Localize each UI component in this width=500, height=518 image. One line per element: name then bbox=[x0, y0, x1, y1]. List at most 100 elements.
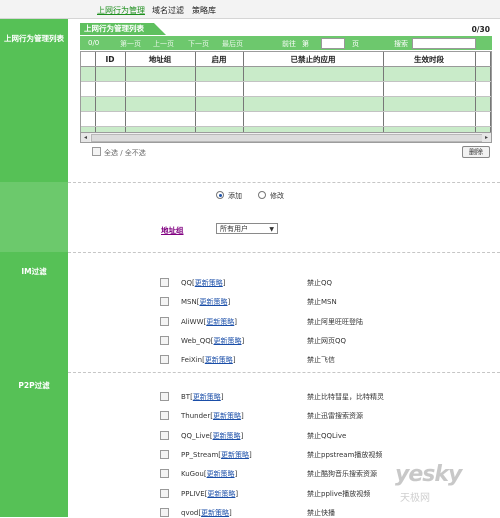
item-description: 禁止快播 bbox=[307, 508, 335, 517]
add-label: 添加 bbox=[228, 192, 242, 200]
item-name-text: FeiXin bbox=[181, 356, 203, 365]
list-item: MSN[更新策略] 禁止MSN bbox=[0, 296, 500, 307]
goto-suffix: 页 bbox=[352, 40, 359, 48]
item-name: QQ[更新策略] bbox=[181, 279, 226, 287]
page-number-input[interactable] bbox=[321, 38, 345, 49]
item-name: Thunder[更新策略] bbox=[181, 412, 244, 421]
table-row bbox=[81, 111, 491, 127]
tab-behavior-management[interactable]: 上网行为管理 bbox=[97, 5, 145, 16]
record-count: 0/30 bbox=[471, 25, 490, 34]
update-policy-link[interactable]: 更新策略 bbox=[213, 412, 241, 420]
update-policy-link[interactable]: 更新策略 bbox=[199, 298, 227, 306]
address-group-select[interactable]: 所有用户 ▼ bbox=[216, 223, 278, 234]
col-time-period: 生效时段 bbox=[383, 52, 476, 67]
chevron-down-icon: ▼ bbox=[269, 226, 274, 233]
delete-button[interactable]: 删除 bbox=[462, 146, 490, 158]
pager-position: 0/0 bbox=[88, 39, 100, 47]
select-all-checkbox[interactable] bbox=[92, 147, 101, 156]
item-name: qvod[更新策略] bbox=[181, 508, 232, 517]
last-page-link[interactable]: 最后页 bbox=[222, 39, 243, 49]
edit-radio[interactable] bbox=[258, 191, 266, 199]
prev-page-link[interactable]: 上一页 bbox=[153, 39, 174, 49]
item-checkbox[interactable] bbox=[160, 507, 169, 517]
top-navigation: 上网行为管理 域名过滤 策略库 bbox=[0, 0, 500, 19]
item-description: 禁止比特彗星，比特精灵 bbox=[307, 393, 384, 401]
col-select bbox=[81, 52, 96, 67]
update-policy-link[interactable]: 更新策略 bbox=[214, 337, 242, 345]
item-description: 禁止pplive播放视频 bbox=[307, 489, 371, 498]
item-checkbox[interactable] bbox=[160, 297, 169, 307]
update-policy-link[interactable]: 更新策略 bbox=[206, 318, 234, 326]
scroll-left-icon[interactable]: ◂ bbox=[81, 133, 90, 142]
item-name-text: Web_QQ bbox=[181, 336, 211, 345]
item-name: QQ_Live[更新策略] bbox=[181, 431, 244, 440]
divider bbox=[68, 372, 500, 373]
sidebar-p2p-label: P2P过滤 bbox=[18, 381, 50, 390]
update-policy-link[interactable]: 更新策略 bbox=[213, 432, 241, 440]
item-checkbox[interactable] bbox=[160, 488, 169, 498]
update-policy-link[interactable]: 更新策略 bbox=[193, 393, 221, 401]
tab-policy-library[interactable]: 策略库 bbox=[192, 5, 216, 16]
item-checkbox[interactable] bbox=[160, 316, 169, 326]
item-name-text: QQ bbox=[181, 279, 193, 287]
item-name-text: MSN bbox=[181, 298, 197, 307]
goto-prefix: 前往 bbox=[282, 40, 296, 48]
item-checkbox[interactable] bbox=[160, 335, 169, 345]
search-label: 搜索 bbox=[394, 40, 408, 48]
item-checkbox[interactable] bbox=[160, 355, 169, 365]
divider bbox=[68, 252, 500, 253]
list-item: FeiXin[更新策略] 禁止飞信 bbox=[0, 354, 500, 365]
item-description: 禁止MSN bbox=[307, 298, 337, 307]
update-policy-link[interactable]: 更新策略 bbox=[205, 356, 233, 364]
item-name: KuGou[更新策略] bbox=[181, 470, 238, 479]
col-enabled: 启用 bbox=[195, 52, 244, 67]
item-name: FeiXin[更新策略] bbox=[181, 356, 236, 365]
horizontal-scrollbar[interactable]: ◂ ▸ bbox=[80, 132, 492, 143]
scroll-thumb[interactable] bbox=[91, 134, 483, 142]
list-item: PP_Stream[更新策略] 禁止ppstream播放视频 bbox=[0, 449, 500, 459]
col-id: ID bbox=[95, 52, 126, 67]
search-input[interactable] bbox=[412, 38, 476, 49]
update-policy-link[interactable]: 更新策略 bbox=[221, 451, 249, 459]
item-checkbox[interactable] bbox=[160, 430, 169, 440]
update-policy-link[interactable]: 更新策略 bbox=[195, 279, 223, 287]
update-policy-link[interactable]: 更新策略 bbox=[201, 509, 229, 517]
item-name: AliWW[更新策略] bbox=[181, 317, 237, 326]
first-page-link[interactable]: 第一页 bbox=[120, 39, 141, 49]
add-radio[interactable] bbox=[216, 191, 224, 199]
sidebar-section-mode bbox=[0, 182, 68, 252]
table-row bbox=[81, 66, 491, 82]
list-item: qvod[更新策略] 禁止快播 bbox=[0, 507, 500, 517]
edit-mode-option[interactable]: 修改 bbox=[258, 191, 284, 201]
item-checkbox[interactable] bbox=[160, 411, 169, 421]
item-name: BT[更新策略] bbox=[181, 393, 224, 401]
item-name-text: BT bbox=[181, 393, 191, 401]
sidebar-im-label: IM过滤 bbox=[21, 267, 47, 276]
item-name-text: PP_Stream bbox=[181, 450, 219, 459]
item-name-text: qvod bbox=[181, 508, 199, 517]
list-item: Thunder[更新策略] 禁止迅雷搜索资源 bbox=[0, 410, 500, 421]
edit-label: 修改 bbox=[270, 192, 284, 200]
update-policy-link[interactable]: 更新策略 bbox=[207, 470, 235, 478]
panel-header: 上网行为管理列表 0/30 bbox=[80, 23, 490, 35]
item-description: 禁止网页QQ bbox=[307, 336, 347, 345]
update-policy-link[interactable]: 更新策略 bbox=[207, 490, 235, 498]
address-group-label[interactable]: 地址组 bbox=[161, 225, 184, 236]
table-row bbox=[81, 96, 491, 112]
divider bbox=[68, 182, 500, 183]
item-name-text: QQ_Live bbox=[181, 431, 210, 440]
list-item: QQ_Live[更新策略] 禁止QQLive bbox=[0, 430, 500, 440]
item-checkbox[interactable] bbox=[160, 469, 169, 479]
table-header-row: ID 地址组 启用 已禁止的应用 生效时段 bbox=[81, 52, 491, 67]
item-checkbox[interactable] bbox=[160, 278, 169, 287]
scroll-right-icon[interactable]: ▸ bbox=[482, 133, 491, 142]
item-checkbox[interactable] bbox=[160, 449, 169, 459]
item-name: MSN[更新策略] bbox=[181, 298, 231, 307]
next-page-link[interactable]: 下一页 bbox=[188, 39, 209, 49]
select-all-label: 全选 / 全不选 bbox=[104, 149, 146, 157]
tab-domain-filter[interactable]: 域名过滤 bbox=[152, 5, 184, 16]
item-name: Web_QQ[更新策略] bbox=[181, 336, 245, 345]
add-mode-option[interactable]: 添加 bbox=[216, 191, 242, 201]
item-checkbox[interactable] bbox=[160, 392, 169, 401]
select-all-control[interactable]: 全选 / 全不选 bbox=[92, 147, 146, 158]
